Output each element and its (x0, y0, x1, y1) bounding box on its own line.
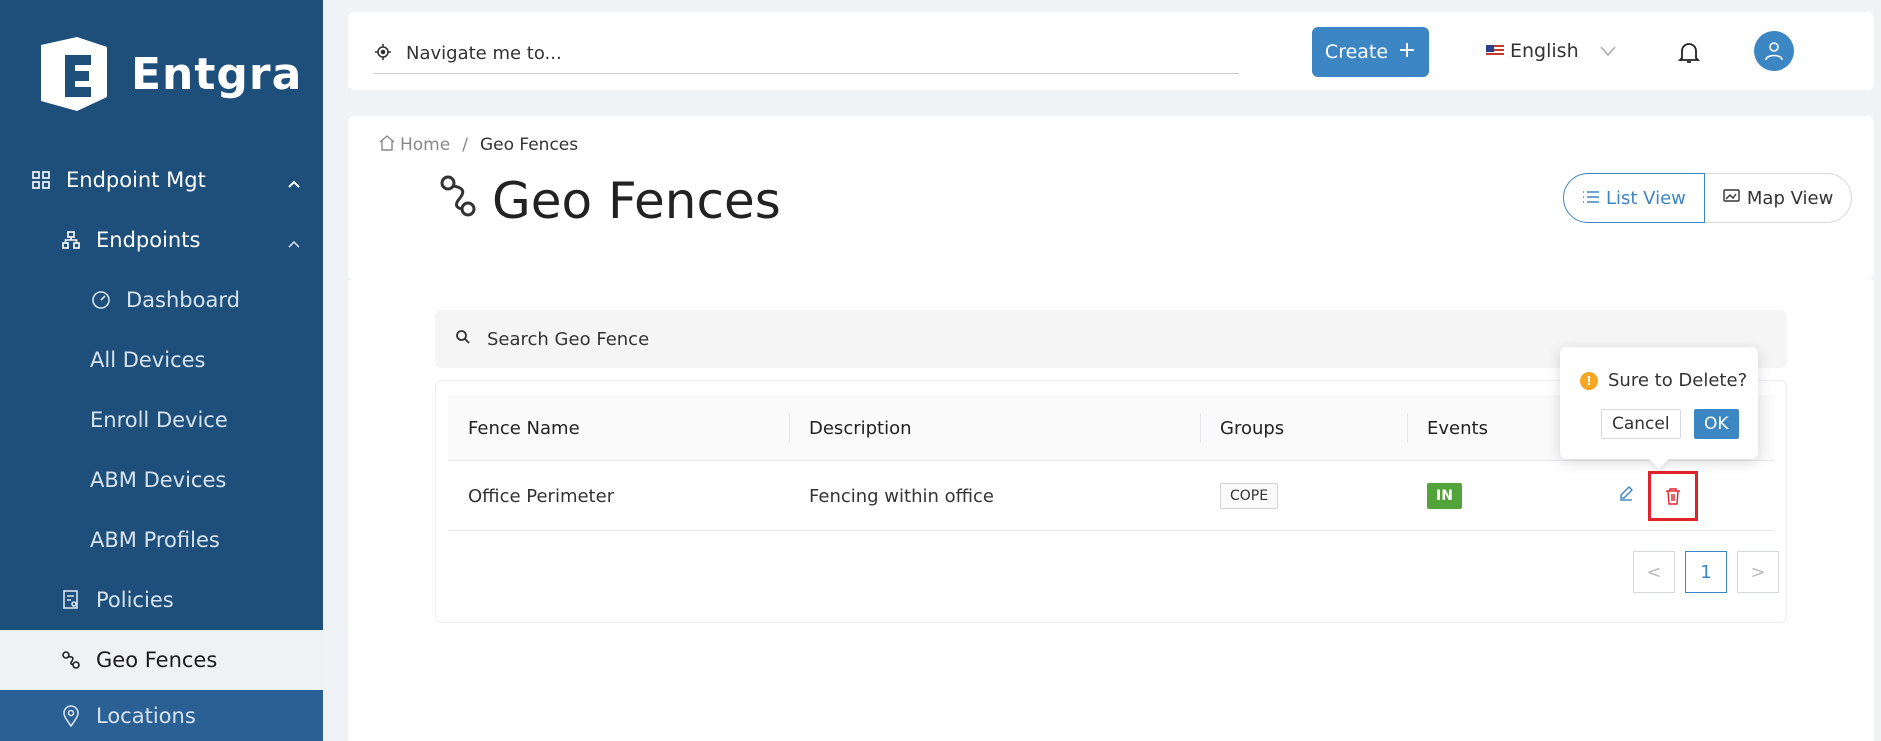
sidebar-item-label: All Devices (90, 348, 206, 372)
breadcrumb-home-link[interactable]: Home (400, 135, 450, 155)
column-header-groups[interactable]: Groups (1220, 395, 1284, 461)
geofence-icon (438, 172, 478, 230)
column-header-description[interactable]: Description (809, 395, 912, 461)
sitemap-icon (60, 229, 82, 251)
trash-icon (1666, 488, 1680, 505)
grid-icon (30, 169, 52, 191)
column-divider (1200, 413, 1201, 443)
cancel-button[interactable]: Cancel (1601, 409, 1681, 439)
pagination: < 1 > (1633, 551, 1779, 593)
list-view-button[interactable]: List View (1563, 173, 1705, 223)
chevron-up-icon (287, 170, 301, 194)
bell-icon[interactable] (1677, 40, 1701, 68)
sidebar-item-label: ABM Devices (90, 468, 227, 492)
group-tag: COPE (1220, 483, 1279, 509)
delete-confirm-message: ! Sure to Delete? (1580, 370, 1747, 391)
column-divider (789, 413, 790, 443)
language-label: English (1510, 40, 1579, 62)
plus-icon (1398, 41, 1416, 64)
sidebar-item-label: Policies (96, 588, 174, 612)
pagination-page-1[interactable]: 1 (1685, 551, 1727, 593)
location-pin-icon (60, 704, 82, 727)
pagination-next-button[interactable]: > (1737, 551, 1779, 593)
geofence-icon (60, 649, 82, 671)
page-header: Home / Geo Fences Geo Fences List View M… (348, 116, 1874, 280)
sidebar-item-endpoint-mgt[interactable]: Endpoint Mgt (0, 150, 323, 210)
policy-icon (60, 589, 82, 611)
sidebar-item-label: Locations (96, 703, 196, 728)
delete-confirm-text: Sure to Delete? (1608, 370, 1748, 391)
column-header-events[interactable]: Events (1427, 395, 1488, 461)
geo-fence-search-placeholder: Search Geo Fence (487, 328, 650, 350)
sidebar-item-abm-profiles[interactable]: ABM Profiles (0, 510, 323, 570)
create-button[interactable]: Create (1312, 27, 1429, 77)
edit-icon[interactable] (1618, 485, 1634, 506)
cell-events: IN (1427, 461, 1462, 531)
cell-groups: COPE (1220, 461, 1279, 531)
sidebar-item-endpoints[interactable]: Endpoints (0, 210, 323, 270)
language-selector[interactable]: English (1486, 40, 1617, 62)
cell-description: Fencing within office (809, 485, 995, 507)
warning-icon: ! (1580, 371, 1598, 390)
breadcrumb: Home / Geo Fences (378, 134, 578, 156)
chevron-down-icon (1599, 40, 1617, 62)
us-flag-icon (1486, 45, 1504, 57)
sidebar-item-policies[interactable]: Policies (0, 570, 323, 630)
breadcrumb-separator: / (462, 135, 468, 155)
sidebar: Entgra Endpoint Mgt Endpoints Dashboard … (0, 0, 323, 741)
sidebar-item-geo-fences[interactable]: Geo Fences (0, 630, 323, 690)
column-divider (1407, 413, 1408, 443)
map-view-label: Map View (1746, 187, 1834, 209)
home-icon (378, 134, 396, 156)
create-button-label: Create (1324, 41, 1389, 63)
sidebar-item-all-devices[interactable]: All Devices (0, 330, 323, 390)
chevron-up-icon (287, 230, 301, 254)
page-title: Geo Fences (438, 172, 781, 230)
crosshair-icon (374, 43, 392, 65)
pagination-prev-button[interactable]: < (1633, 551, 1675, 593)
column-header-fence-name[interactable]: Fence Name (468, 395, 580, 461)
sidebar-item-label: ABM Profiles (90, 528, 220, 552)
sidebar-item-abm-devices[interactable]: ABM Devices (0, 450, 323, 510)
sidebar-item-label: Enroll Device (90, 408, 228, 432)
speedometer-icon (90, 289, 112, 311)
delete-confirm-popover: ! Sure to Delete? Cancel OK (1560, 347, 1758, 459)
search-icon (455, 329, 471, 349)
page-title-text: Geo Fences (492, 172, 781, 230)
sidebar-item-label: Endpoints (96, 228, 201, 252)
breadcrumb-current: Geo Fences (479, 135, 579, 155)
list-view-label: List View (1606, 187, 1686, 209)
sidebar-item-locations[interactable]: Locations (0, 690, 323, 741)
user-icon (1765, 42, 1783, 61)
view-toggle: List View Map View (1563, 173, 1853, 223)
sidebar-item-label: Endpoint Mgt (66, 168, 206, 192)
event-tag: IN (1427, 483, 1462, 509)
ok-button[interactable]: OK (1694, 409, 1739, 439)
brand-logo[interactable]: Entgra (35, 35, 302, 113)
sidebar-item-dashboard[interactable]: Dashboard (0, 270, 323, 330)
map-view-button[interactable]: Map View (1704, 173, 1853, 223)
navigate-search-input[interactable]: Navigate me to... (374, 34, 1239, 74)
cell-fence-name: Office Perimeter (468, 485, 615, 507)
navigate-search-placeholder: Navigate me to... (406, 43, 562, 64)
delete-button[interactable] (1648, 471, 1698, 521)
list-icon (1582, 188, 1600, 209)
map-icon (1723, 188, 1741, 209)
top-bar: Navigate me to... Create English (348, 12, 1874, 90)
table-row: Office Perimeter Fencing within office C… (448, 461, 1774, 531)
user-avatar[interactable] (1754, 31, 1794, 71)
entgra-logo-icon (41, 37, 107, 111)
sidebar-item-label: Geo Fences (96, 648, 218, 672)
sidebar-item-label: Dashboard (126, 288, 240, 312)
brand-name: Entgra (131, 48, 303, 100)
sidebar-item-enroll-device[interactable]: Enroll Device (0, 390, 323, 450)
